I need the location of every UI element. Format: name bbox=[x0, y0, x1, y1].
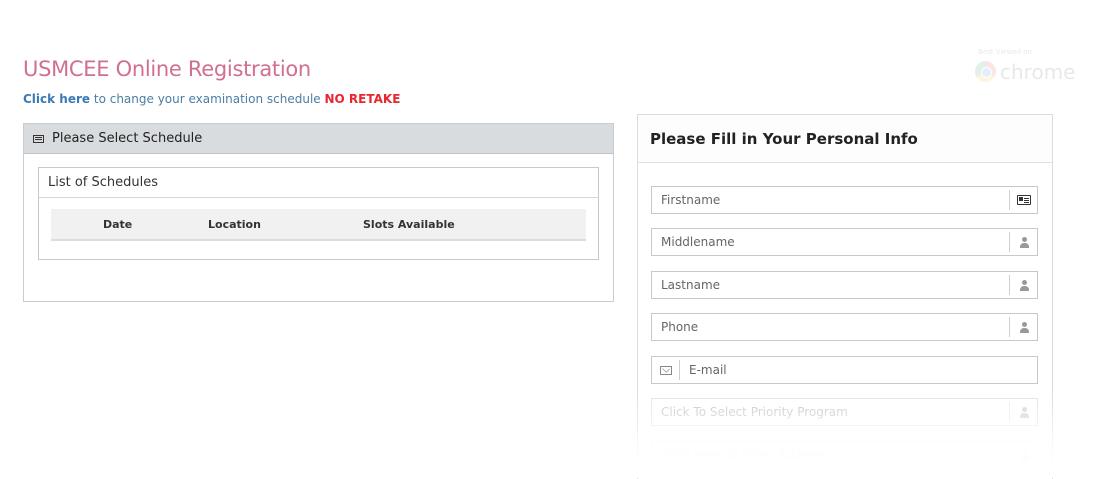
best-viewed-text: Best Viewed on bbox=[978, 48, 1033, 56]
schedule-list-panel: List of Schedules Date Location Slots Av… bbox=[38, 167, 599, 260]
firstname-input[interactable] bbox=[652, 187, 1007, 213]
notice-text: to change your examination schedule bbox=[90, 92, 325, 106]
user-icon bbox=[1019, 279, 1029, 291]
personal-info-heading: Please Fill in Your Personal Info bbox=[638, 115, 1052, 163]
list-icon bbox=[33, 134, 44, 143]
column-header-location[interactable]: Location bbox=[208, 209, 363, 241]
priority-program-field bbox=[651, 398, 1038, 426]
address-input[interactable] bbox=[652, 442, 1007, 468]
schedule-table: Date Location Slots Available bbox=[51, 209, 586, 241]
email-field bbox=[651, 356, 1038, 384]
user-icon bbox=[1019, 449, 1029, 461]
chrome-word: chrome bbox=[1000, 60, 1076, 84]
id-card-icon bbox=[1016, 195, 1031, 205]
email-input[interactable] bbox=[680, 357, 1035, 383]
table-header-row: Date Location Slots Available bbox=[51, 209, 586, 241]
envelope-icon bbox=[659, 365, 672, 375]
lastname-field bbox=[651, 271, 1038, 299]
page-title: USMCEE Online Registration bbox=[23, 57, 311, 81]
lastname-input[interactable] bbox=[652, 272, 1007, 298]
priority-program-addon bbox=[1009, 402, 1037, 422]
firstname-addon bbox=[1009, 190, 1037, 210]
user-icon bbox=[1019, 321, 1029, 333]
middlename-addon bbox=[1009, 232, 1037, 252]
firstname-field bbox=[651, 186, 1038, 214]
address-addon bbox=[1009, 445, 1037, 465]
email-addon bbox=[652, 360, 680, 380]
schedule-panel-title: Please Select Schedule bbox=[52, 131, 203, 146]
column-header-date[interactable]: Date bbox=[103, 209, 208, 241]
phone-addon bbox=[1009, 317, 1037, 337]
middlename-input[interactable] bbox=[652, 229, 1007, 255]
chrome-logo-icon bbox=[975, 61, 996, 82]
no-retake-warning: NO RETAKE bbox=[324, 92, 401, 106]
personal-info-panel: Please Fill in Your Personal Info bbox=[637, 114, 1053, 479]
lastname-addon bbox=[1009, 275, 1037, 295]
priority-program-select[interactable] bbox=[652, 399, 1007, 425]
phone-input[interactable] bbox=[652, 314, 1007, 340]
schedule-panel-heading: Please Select Schedule bbox=[24, 124, 613, 154]
schedule-list-heading: List of Schedules bbox=[39, 168, 598, 198]
schedule-change-notice: Click here to change your examination sc… bbox=[23, 92, 400, 106]
schedule-panel: Please Select Schedule List of Schedules… bbox=[23, 123, 614, 302]
column-header-slots[interactable]: Slots Available bbox=[363, 209, 586, 241]
middlename-field bbox=[651, 228, 1038, 256]
user-icon bbox=[1019, 406, 1029, 418]
change-schedule-link[interactable]: Click here bbox=[23, 92, 90, 106]
user-icon bbox=[1019, 236, 1029, 248]
chrome-badge: Best Viewed on chrome bbox=[975, 48, 1075, 88]
table-header-spacer bbox=[51, 209, 103, 241]
address-field bbox=[651, 441, 1038, 469]
phone-field bbox=[651, 313, 1038, 341]
